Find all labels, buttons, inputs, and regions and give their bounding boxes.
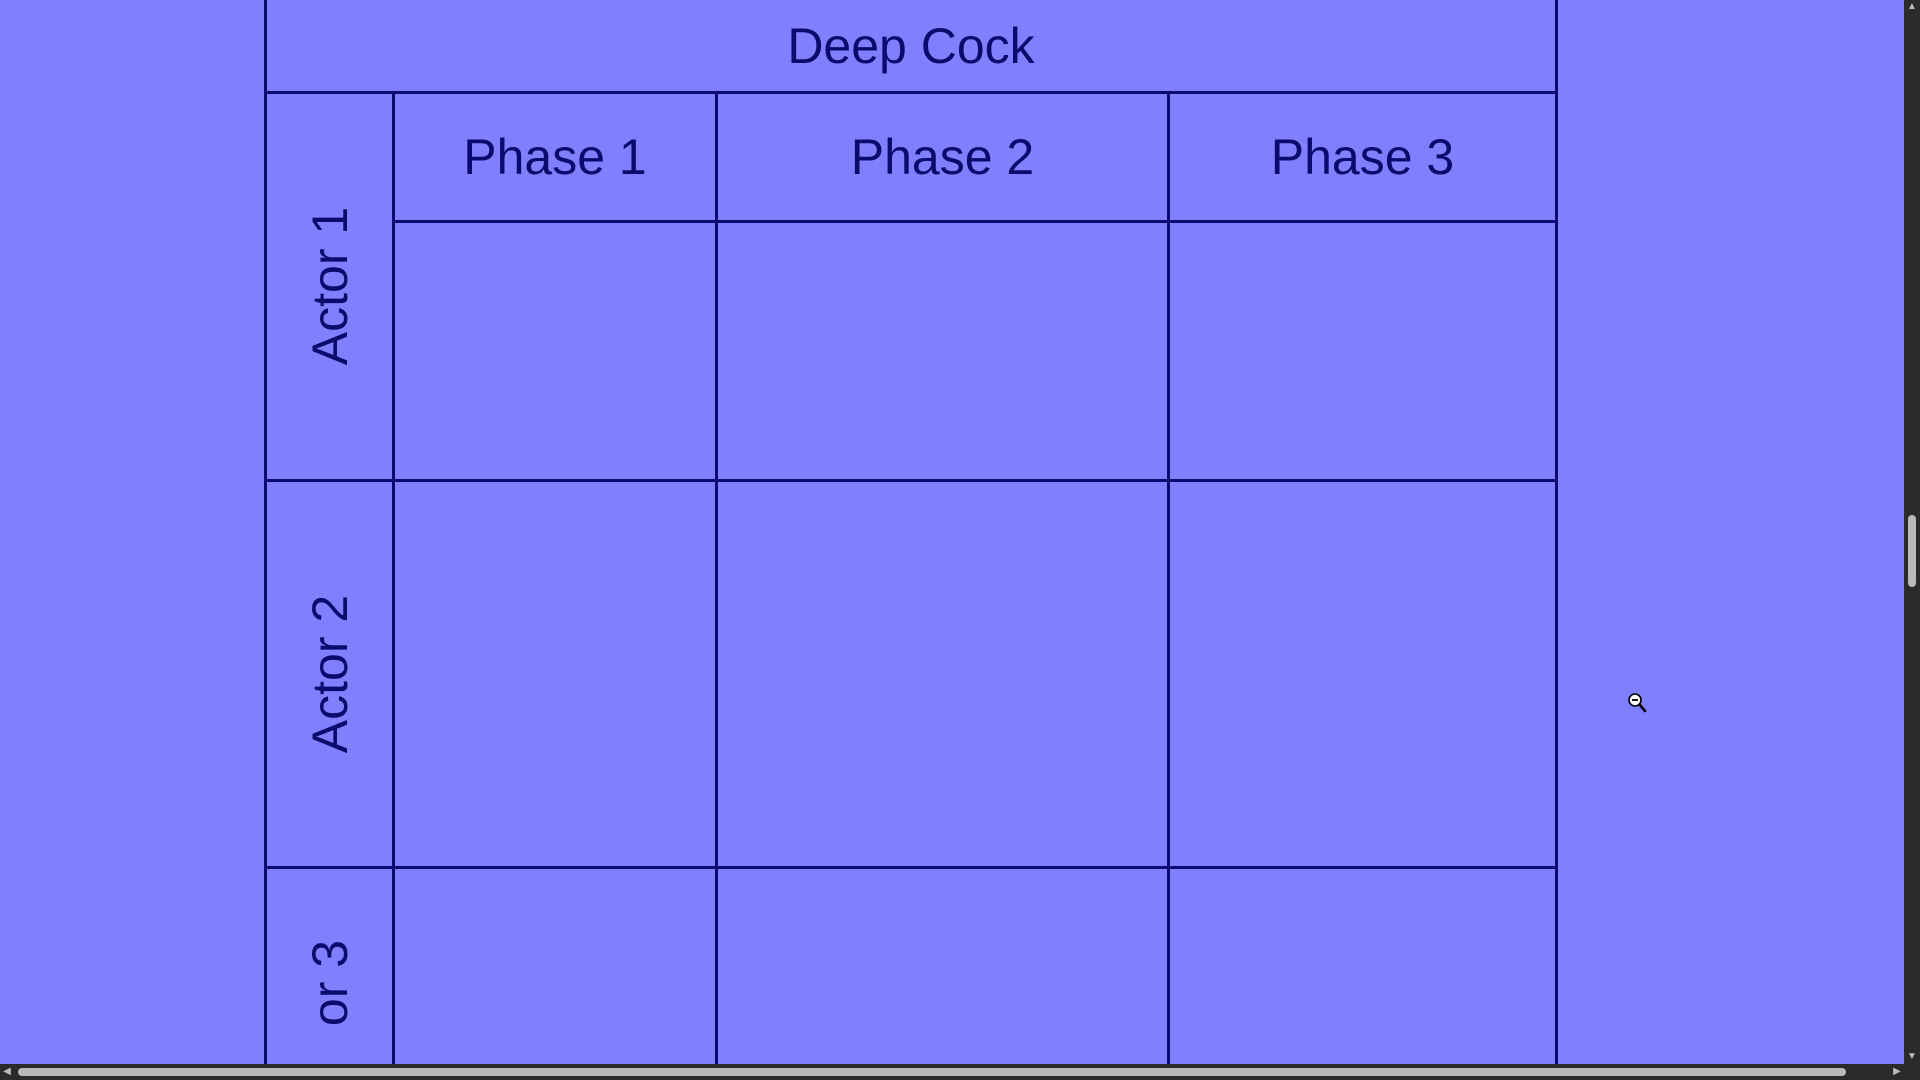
- actor-lane-2-label[interactable]: Actor 2: [266, 481, 394, 867]
- pool-left-border: [264, 0, 267, 1064]
- scrollbar-corner: [1904, 1064, 1920, 1080]
- actor-lane-3-label[interactable]: or 3: [266, 869, 394, 1064]
- scroll-down-arrow-icon[interactable]: ▼: [1905, 1050, 1919, 1064]
- diagram-canvas[interactable]: Deep Cock Phase 1 Phase 2 Phase 3 Actor …: [0, 0, 1904, 1064]
- pool-right-border: [1555, 0, 1558, 1064]
- actor-label: Actor 1: [302, 206, 358, 366]
- vertical-scrollbar[interactable]: ▲ ▼: [1904, 0, 1920, 1064]
- phase-header-3[interactable]: Phase 3: [1169, 93, 1556, 221]
- phase-divider-1: [715, 92, 718, 1064]
- scroll-up-arrow-icon[interactable]: ▲: [1905, 0, 1919, 14]
- horizontal-scrollbar[interactable]: ◀ ▶: [0, 1064, 1904, 1080]
- actor-lane-1-label[interactable]: Actor 1: [266, 93, 394, 479]
- lane-label-divider: [392, 92, 395, 1064]
- zoom-out-cursor-icon: [1628, 693, 1647, 713]
- lane-separator-2: [264, 866, 1558, 869]
- diagram-title[interactable]: Deep Cock: [265, 0, 1557, 92]
- phase-header-2[interactable]: Phase 2: [717, 93, 1168, 221]
- vertical-scrollbar-thumb[interactable]: [1908, 515, 1916, 587]
- horizontal-scrollbar-thumb[interactable]: [18, 1068, 1846, 1076]
- phase-divider-2: [1167, 92, 1170, 1064]
- actor-label: Actor 2: [302, 594, 358, 754]
- phase-header-separator: [392, 220, 1558, 223]
- scroll-right-arrow-icon[interactable]: ▶: [1890, 1065, 1904, 1079]
- lane-separator-1: [264, 479, 1558, 482]
- scroll-left-arrow-icon[interactable]: ◀: [0, 1065, 14, 1079]
- title-separator: [264, 91, 1558, 94]
- phase-header-1[interactable]: Phase 1: [394, 93, 716, 221]
- actor-label: or 3: [301, 939, 358, 1027]
